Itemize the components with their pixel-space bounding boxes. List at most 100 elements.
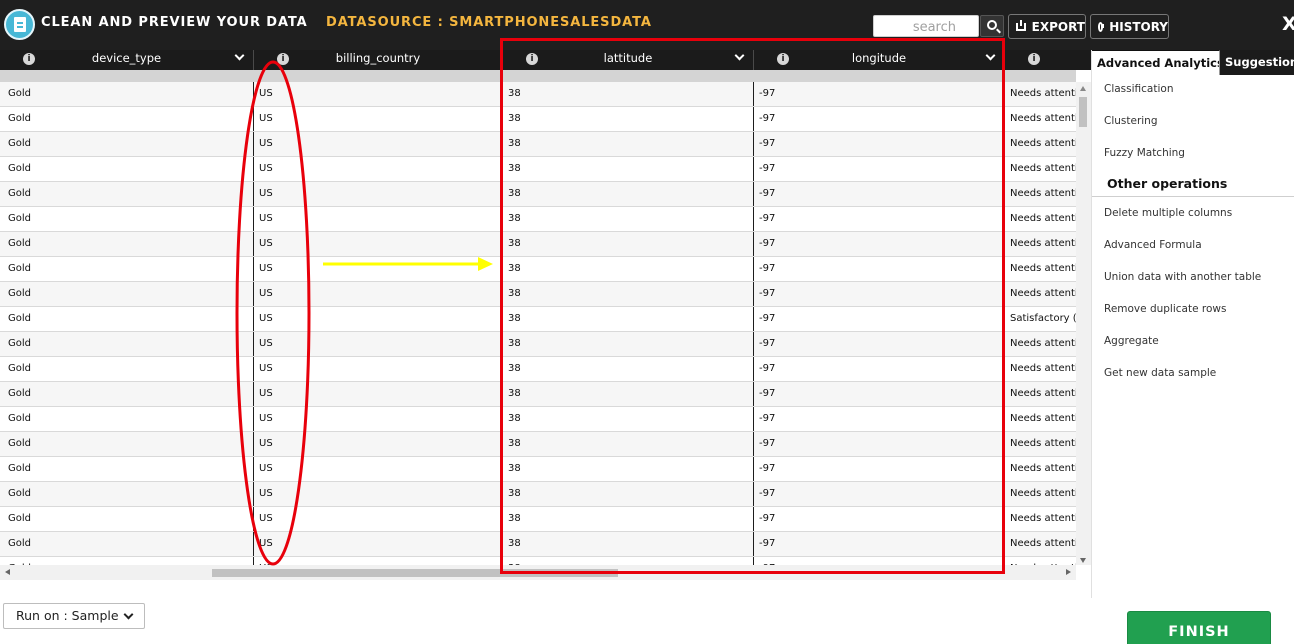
scroll-right-icon[interactable] [1066, 569, 1071, 575]
cell-lattitude[interactable]: 38 [503, 382, 754, 406]
cell-device-type[interactable]: Gold [0, 307, 254, 331]
table-row[interactable]: GoldUS38-97Needs attention [0, 232, 1076, 257]
table-row[interactable]: GoldUS38-97Needs attention [0, 332, 1076, 357]
cell-lattitude[interactable]: 38 [503, 257, 754, 281]
operation-classification[interactable]: Classification [1104, 83, 1173, 95]
cell-longitude[interactable]: -97 [754, 182, 1005, 206]
cell-lattitude[interactable]: 38 [503, 482, 754, 506]
cell-device-type[interactable]: Gold [0, 382, 254, 406]
cell-longitude[interactable]: -97 [754, 232, 1005, 256]
column-info-icon[interactable]: i [777, 53, 789, 65]
cell-status[interactable]: Satisfactory (> [1005, 307, 1076, 331]
search-button[interactable] [980, 15, 1004, 37]
operation-clustering[interactable]: Clustering [1104, 115, 1158, 127]
table-row[interactable]: GoldUS38-97Needs attention [0, 432, 1076, 457]
cell-status[interactable]: Needs attention [1005, 107, 1076, 131]
cell-lattitude[interactable]: 38 [503, 207, 754, 231]
table-row[interactable]: GoldUS38-97Needs attention [0, 357, 1076, 382]
tab-suggestions[interactable]: Suggestions [1220, 50, 1294, 75]
cell-device-type[interactable]: Gold [0, 532, 254, 556]
cell-billing-country[interactable]: US [254, 107, 503, 131]
cell-status[interactable]: Needs attention [1005, 457, 1076, 481]
cell-lattitude[interactable]: 38 [503, 132, 754, 156]
cell-longitude[interactable]: -97 [754, 432, 1005, 456]
column-header-status[interactable]: i [1005, 50, 1091, 70]
cell-device-type[interactable]: Gold [0, 507, 254, 531]
cell-status[interactable]: Needs attention [1005, 432, 1076, 456]
table-row[interactable]: GoldUS38-97Needs attention [0, 257, 1076, 282]
cell-status[interactable]: Needs attention [1005, 232, 1076, 256]
cell-billing-country[interactable]: US [254, 157, 503, 181]
cell-device-type[interactable]: Gold [0, 557, 254, 565]
horizontal-scroll-thumb[interactable] [212, 569, 618, 577]
column-info-icon[interactable]: i [1028, 53, 1040, 65]
cell-device-type[interactable]: Gold [0, 132, 254, 156]
cell-device-type[interactable]: Gold [0, 282, 254, 306]
cell-status[interactable]: Needs attention [1005, 507, 1076, 531]
cell-status[interactable]: Needs attention [1005, 257, 1076, 281]
cell-longitude[interactable]: -97 [754, 82, 1005, 106]
operation-get-new-data-sample[interactable]: Get new data sample [1104, 367, 1216, 379]
cell-device-type[interactable]: Gold [0, 257, 254, 281]
cell-longitude[interactable]: -97 [754, 207, 1005, 231]
cell-billing-country[interactable]: US [254, 182, 503, 206]
operation-fuzzy-matching[interactable]: Fuzzy Matching [1104, 147, 1185, 159]
cell-device-type[interactable]: Gold [0, 107, 254, 131]
column-header-device-type[interactable]: i device_type [0, 50, 254, 70]
cell-lattitude[interactable]: 38 [503, 232, 754, 256]
table-row[interactable]: GoldUS38-97Needs attention [0, 82, 1076, 107]
chevron-down-icon[interactable] [985, 53, 996, 62]
cell-lattitude[interactable]: 38 [503, 532, 754, 556]
cell-billing-country[interactable]: US [254, 332, 503, 356]
cell-billing-country[interactable]: US [254, 557, 503, 565]
cell-lattitude[interactable]: 38 [503, 432, 754, 456]
cell-status[interactable]: Needs attention [1005, 157, 1076, 181]
cell-device-type[interactable]: Gold [0, 82, 254, 106]
cell-device-type[interactable]: Gold [0, 407, 254, 431]
cell-status[interactable]: Needs attention [1005, 557, 1076, 565]
cell-billing-country[interactable]: US [254, 482, 503, 506]
search-input[interactable] [873, 15, 979, 37]
table-row[interactable]: GoldUS38-97Needs attention [0, 557, 1076, 565]
cell-device-type[interactable]: Gold [0, 182, 254, 206]
cell-device-type[interactable]: Gold [0, 482, 254, 506]
cell-status[interactable]: Needs attention [1005, 407, 1076, 431]
finish-button[interactable]: FINISH [1127, 611, 1271, 644]
cell-longitude[interactable]: -97 [754, 157, 1005, 181]
table-row[interactable]: GoldUS38-97Needs attention [0, 207, 1076, 232]
chevron-down-icon[interactable] [234, 53, 245, 62]
cell-billing-country[interactable]: US [254, 232, 503, 256]
vertical-scroll-thumb[interactable] [1079, 97, 1087, 127]
table-row[interactable]: GoldUS38-97Needs attention [0, 457, 1076, 482]
table-row[interactable]: GoldUS38-97Needs attention [0, 532, 1076, 557]
cell-longitude[interactable]: -97 [754, 357, 1005, 381]
cell-billing-country[interactable]: US [254, 507, 503, 531]
cell-longitude[interactable]: -97 [754, 557, 1005, 565]
cell-billing-country[interactable]: US [254, 432, 503, 456]
cell-billing-country[interactable]: US [254, 307, 503, 331]
cell-lattitude[interactable]: 38 [503, 282, 754, 306]
cell-billing-country[interactable]: US [254, 532, 503, 556]
scroll-left-icon[interactable] [5, 569, 10, 575]
cell-longitude[interactable]: -97 [754, 407, 1005, 431]
cell-status[interactable]: Needs attention [1005, 182, 1076, 206]
cell-billing-country[interactable]: US [254, 457, 503, 481]
cell-device-type[interactable]: Gold [0, 357, 254, 381]
operation-aggregate[interactable]: Aggregate [1104, 335, 1159, 347]
table-row[interactable]: GoldUS38-97Needs attention [0, 107, 1076, 132]
cell-lattitude[interactable]: 38 [503, 557, 754, 565]
table-row[interactable]: GoldUS38-97Needs attention [0, 482, 1076, 507]
scroll-down-icon[interactable] [1080, 558, 1086, 563]
cell-lattitude[interactable]: 38 [503, 332, 754, 356]
table-row[interactable]: GoldUS38-97Needs attention [0, 507, 1076, 532]
cell-lattitude[interactable]: 38 [503, 157, 754, 181]
chevron-down-icon[interactable] [734, 53, 745, 62]
cell-longitude[interactable]: -97 [754, 382, 1005, 406]
table-row[interactable]: GoldUS38-97Needs attention [0, 132, 1076, 157]
cell-status[interactable]: Needs attention [1005, 532, 1076, 556]
cell-lattitude[interactable]: 38 [503, 357, 754, 381]
cell-lattitude[interactable]: 38 [503, 307, 754, 331]
column-header-lattitude[interactable]: i lattitude [503, 50, 754, 70]
cell-device-type[interactable]: Gold [0, 207, 254, 231]
cell-billing-country[interactable]: US [254, 282, 503, 306]
